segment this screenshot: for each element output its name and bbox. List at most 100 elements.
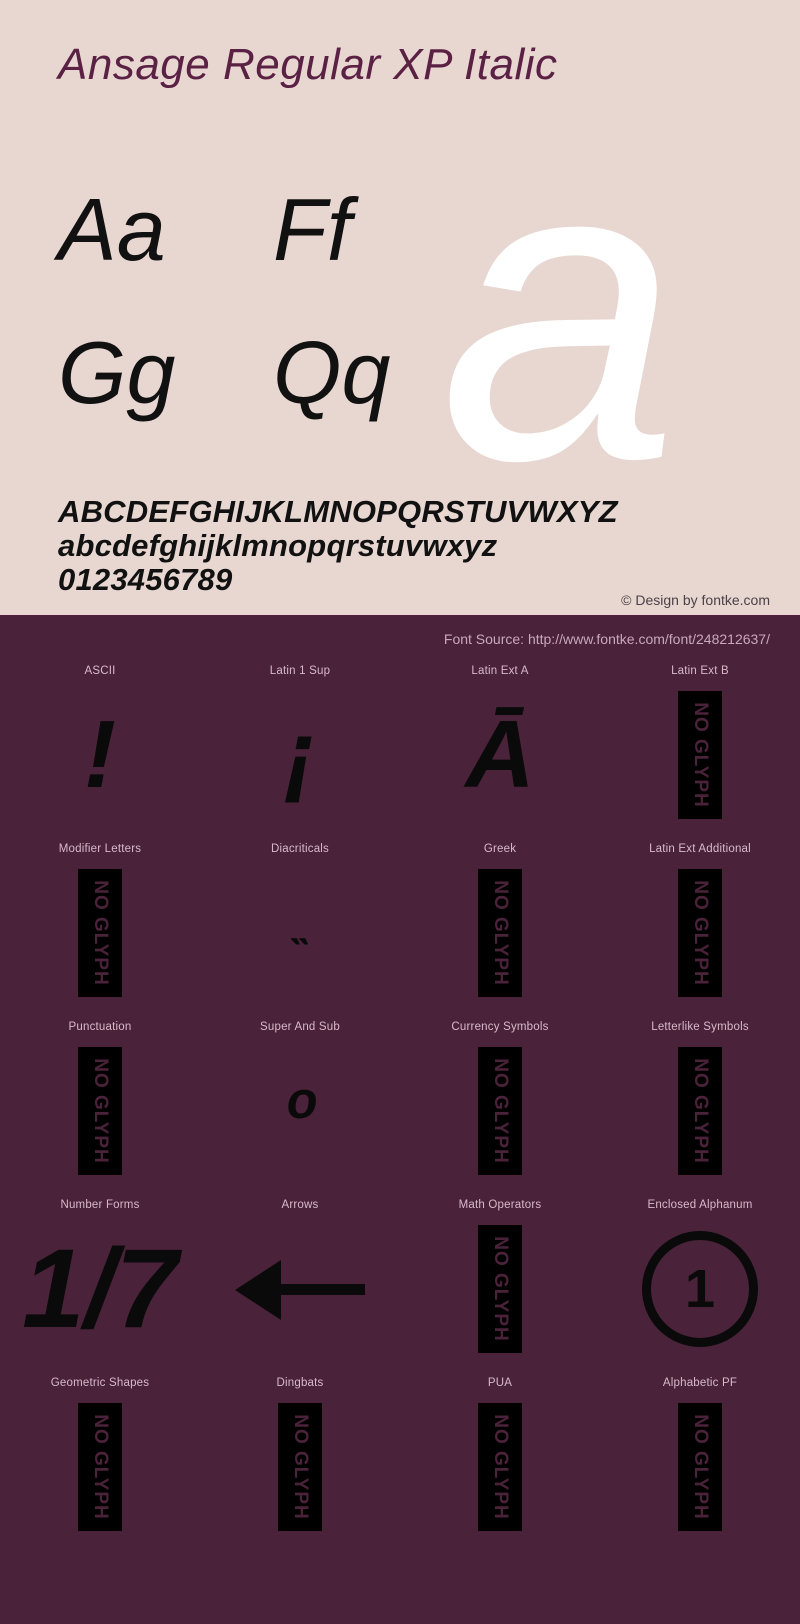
no-glyph-box: NO GLYPH [78,1403,122,1531]
unicode-block-cell[interactable]: Letterlike Symbols NO GLYPH [600,1011,800,1189]
no-glyph-box: NO GLYPH [478,1225,522,1353]
unicode-block-sample: Ā [400,677,600,833]
unicode-block-label: Arrows [281,1199,319,1211]
sample-row: Gg Qq [58,318,488,461]
no-glyph-label: NO GLYPH [490,880,511,986]
unicode-block-label: Geometric Shapes [50,1377,150,1389]
page-title: Ansage Regular XP Italic [58,40,558,89]
unicode-block-cell[interactable]: Number Forms 1/7 [0,1189,200,1367]
glyph-sample-character: ! [84,701,116,808]
circled-number-icon: 1 [642,1231,758,1347]
unicode-block-row: Punctuation NO GLYPH Super And Sub ᵒ Currenc… [0,1011,800,1189]
arrow-left-icon [235,1254,365,1324]
no-glyph-label: NO GLYPH [490,1236,511,1342]
no-glyph-label: NO GLYPH [90,880,111,986]
no-glyph-label: NO GLYPH [90,1058,111,1164]
unicode-block-sample: NO GLYPH [600,855,800,1011]
no-glyph-box: NO GLYPH [78,1047,122,1175]
unicode-block-sample [200,1211,400,1367]
circled-number-value: 1 [684,1259,716,1319]
unicode-block-label: Latin Ext A [471,665,529,677]
unicode-blocks-section: Font Source: http://www.fontke.com/font/… [0,615,800,1624]
unicode-block-cell[interactable]: Arrows [200,1189,400,1367]
arrow-shaft [269,1284,365,1295]
unicode-block-cell[interactable]: Dingbats NO GLYPH [200,1367,400,1545]
unicode-block-sample: ˵ [200,855,400,1011]
unicode-block-sample: 1 [600,1211,800,1367]
unicode-block-label: Alphabetic PF [662,1377,738,1389]
glyph-sample-character: 1/7 [22,1226,178,1351]
no-glyph-box: NO GLYPH [278,1403,322,1531]
unicode-block-sample: NO GLYPH [0,1033,200,1189]
unicode-block-cell[interactable]: Modifier Letters NO GLYPH [0,833,200,1011]
no-glyph-box: NO GLYPH [478,1047,522,1175]
unicode-block-sample: NO GLYPH [400,1033,600,1189]
unicode-block-sample: NO GLYPH [400,855,600,1011]
design-credit: © Design by fontke.com [621,592,770,608]
no-glyph-label: NO GLYPH [490,1414,511,1520]
sample-pair-qq: Qq [273,323,391,422]
font-source-link[interactable]: Font Source: http://www.fontke.com/font/… [444,631,770,647]
glyph-sample-character: ˵ [292,907,308,959]
no-glyph-box: NO GLYPH [678,691,722,819]
unicode-block-sample: ᵒ [200,1033,400,1189]
unicode-block-cell[interactable]: Diacriticals ˵ [200,833,400,1011]
unicode-block-label: Latin Ext B [671,665,729,677]
unicode-block-sample: NO GLYPH [600,677,800,833]
glyph-sample-character: ᵒ [284,1069,316,1152]
no-glyph-box: NO GLYPH [478,869,522,997]
alphabet-lowercase: abcdefghijklmnopqrstuvwxyz [58,528,498,563]
alphabet-block: ABCDEFGHIJKLMNOPQRSTUVWXYZ abcdefghijklm… [58,495,778,597]
no-glyph-box: NO GLYPH [678,869,722,997]
unicode-block-label: PUA [487,1377,513,1389]
unicode-block-cell[interactable]: Enclosed Alphanum 1 [600,1189,800,1367]
unicode-block-label: ASCII [84,665,116,677]
unicode-block-cell[interactable]: Latin Ext Additional NO GLYPH [600,833,800,1011]
unicode-block-grid: ASCII! Latin 1 Sup ¡ Latin Ext A Ā Latin Ext … [0,655,800,1545]
unicode-block-cell[interactable]: Greek NO GLYPH [400,833,600,1011]
sample-pair-aa: Aa [58,180,166,279]
unicode-block-sample: NO GLYPH [600,1033,800,1189]
no-glyph-box: NO GLYPH [478,1403,522,1531]
sample-pair-ff: Ff [273,180,352,279]
unicode-block-label: Dingbats [276,1377,324,1389]
unicode-block-cell[interactable]: Latin Ext A Ā [400,655,600,833]
unicode-block-sample: NO GLYPH [200,1389,400,1545]
no-glyph-label: NO GLYPH [90,1414,111,1520]
unicode-block-cell[interactable]: Geometric Shapes NO GLYPH [0,1367,200,1545]
unicode-block-cell[interactable]: Super And Sub ᵒ [200,1011,400,1189]
unicode-block-label: Math Operators [458,1199,542,1211]
unicode-block-sample: NO GLYPH [400,1211,600,1367]
no-glyph-label: NO GLYPH [690,1414,711,1520]
unicode-block-row: Geometric Shapes NO GLYPH Dingbats NO GLYPH… [0,1367,800,1545]
no-glyph-box: NO GLYPH [678,1047,722,1175]
unicode-block-label: Modifier Letters [58,843,142,855]
alphabet-uppercase: ABCDEFGHIJKLMNOPQRSTUVWXYZ [58,494,618,529]
unicode-block-cell[interactable]: Punctuation NO GLYPH [0,1011,200,1189]
unicode-block-label: Latin Ext Additional [649,843,751,855]
sample-row: Aa Ff [58,175,488,318]
unicode-block-sample: NO GLYPH [600,1389,800,1545]
unicode-block-cell[interactable]: Latin 1 Sup ¡ [200,655,400,833]
unicode-block-cell[interactable]: PUA NO GLYPH [400,1367,600,1545]
unicode-block-cell[interactable]: Alphabetic PF NO GLYPH [600,1367,800,1545]
unicode-block-sample: NO GLYPH [0,855,200,1011]
unicode-block-cell[interactable]: Latin Ext B NO GLYPH [600,655,800,833]
unicode-block-row: ASCII! Latin 1 Sup ¡ Latin Ext A Ā Latin Ext … [0,655,800,833]
unicode-block-cell[interactable]: ASCII! [0,655,200,833]
glyph-sample-character: ¡ [284,701,316,808]
unicode-block-label: Letterlike Symbols [651,1021,749,1033]
unicode-block-label: Latin 1 Sup [269,665,331,677]
glyph-sample-character: Ā [465,701,535,808]
unicode-block-row: Number Forms 1/7 Arrows Math Operators NO GL… [0,1189,800,1367]
unicode-block-label: Punctuation [68,1021,132,1033]
unicode-block-label: Diacriticals [271,843,329,855]
unicode-block-label: Number Forms [60,1199,140,1211]
unicode-block-cell[interactable]: Math Operators NO GLYPH [400,1189,600,1367]
specimen-preview-section: a Ansage Regular XP Italic Aa Ff Gg Qq A… [0,0,800,615]
no-glyph-label: NO GLYPH [290,1414,311,1520]
no-glyph-label: NO GLYPH [690,880,711,986]
unicode-block-cell[interactable]: Currency Symbols NO GLYPH [400,1011,600,1189]
unicode-block-sample: NO GLYPH [0,1389,200,1545]
no-glyph-label: NO GLYPH [490,1058,511,1164]
